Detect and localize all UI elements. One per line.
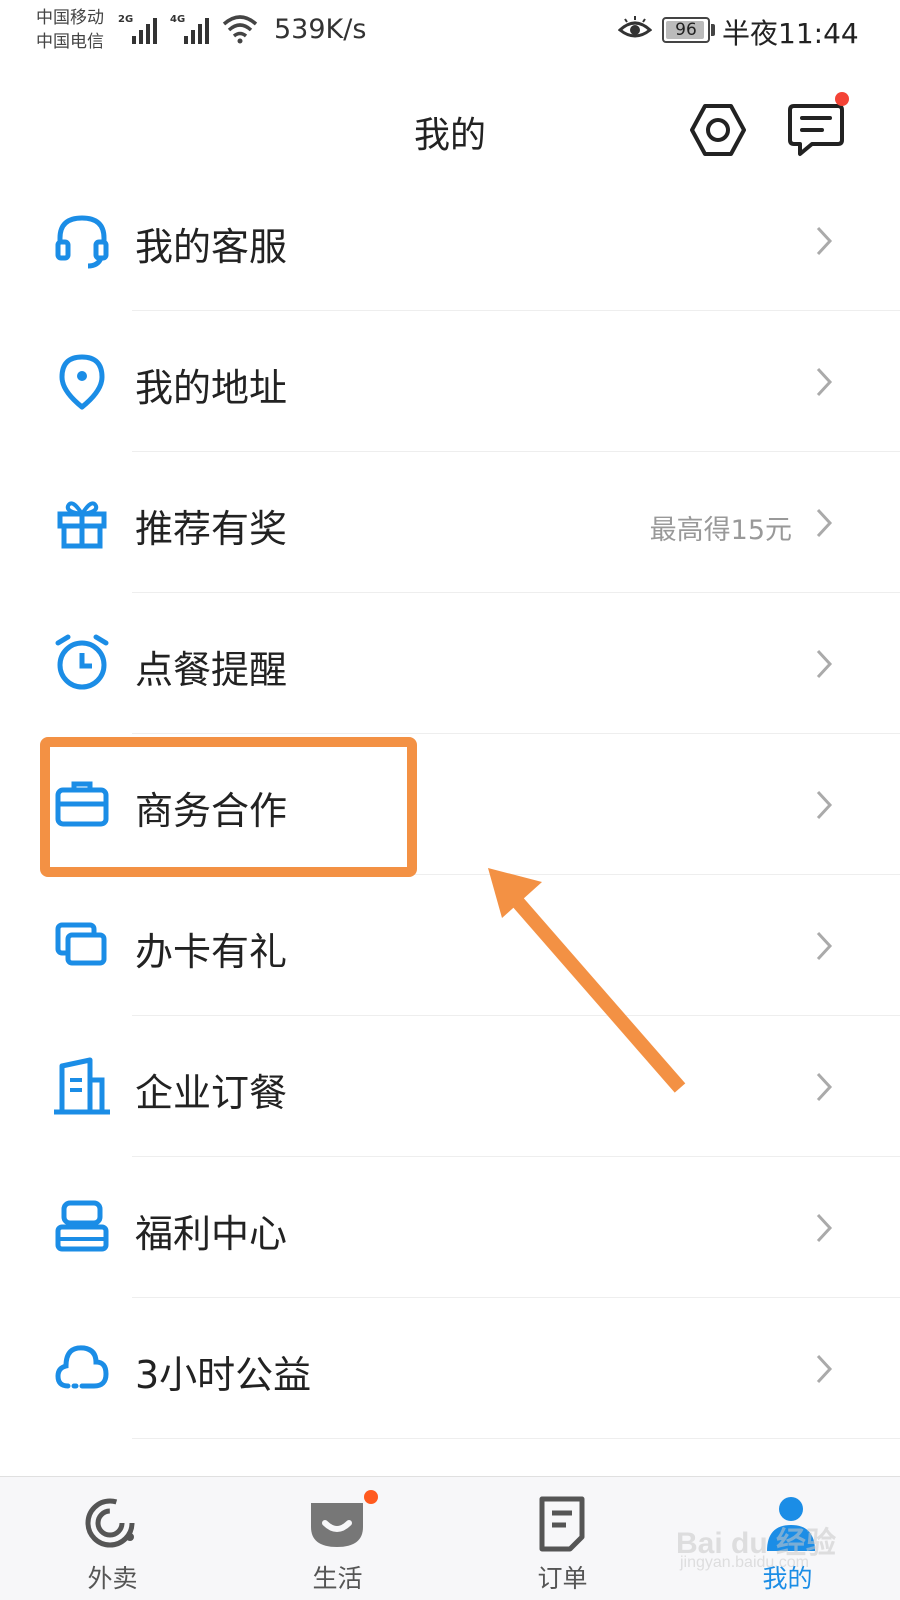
status-bar: 中国移动 中国电信 2G 4G 539K/s 96 半夜11:44	[0, 0, 900, 62]
message-icon[interactable]	[786, 102, 846, 158]
chevron-right-icon	[816, 1354, 833, 1384]
chevron-right-icon	[816, 226, 833, 256]
gift-icon	[57, 501, 107, 549]
network-type-1: 2G	[118, 14, 134, 25]
battery-tip	[711, 24, 715, 36]
tab-life[interactable]: 生活	[225, 1477, 450, 1600]
chevron-right-icon	[816, 367, 833, 397]
message-badge-dot	[835, 92, 849, 106]
cloud-icon	[55, 1345, 109, 1389]
menu-item-label: 3小时公益	[135, 1353, 312, 1397]
life-smile-icon	[311, 1503, 363, 1547]
carrier-1: 中国移动	[36, 8, 104, 28]
menu-item-label: 推荐有奖	[135, 507, 288, 551]
annotation-arrow	[488, 868, 686, 1093]
settings-hexagon-icon[interactable]	[690, 102, 746, 158]
watermark: Bai du 经验 jingyan.baidu.com	[676, 1518, 856, 1578]
battery-percent: 96	[675, 20, 697, 40]
tab-takeout[interactable]: 外卖	[0, 1477, 225, 1600]
building-icon	[54, 1057, 110, 1115]
menu-item-label: 点餐提醒	[135, 648, 288, 692]
network-speed: 539K/s	[274, 14, 367, 45]
menu-item-address[interactable]: 我的地址	[0, 311, 900, 452]
menu-item-charity[interactable]: 3小时公益	[0, 1298, 900, 1439]
tab-orders[interactable]: 订单	[450, 1477, 675, 1600]
status-time: 半夜11:44	[722, 17, 859, 50]
chevron-right-icon	[816, 1213, 833, 1243]
welfare-box-icon	[55, 1200, 109, 1252]
menu-item-extra: 最高得15元	[649, 515, 792, 546]
menu-item-label: 企业订餐	[135, 1071, 288, 1115]
chevron-right-icon	[816, 1072, 833, 1102]
chevron-right-icon	[816, 931, 833, 961]
network-type-2: 4G	[170, 14, 186, 25]
watermark-sub: jingyan.baidu.com	[680, 1554, 809, 1571]
signal-icon-2	[184, 18, 209, 44]
menu-item-customer-service[interactable]: 我的客服	[0, 170, 900, 311]
carrier-info: 中国移动 中国电信	[36, 6, 104, 54]
menu-item-label: 我的客服	[135, 225, 288, 269]
cards-icon	[55, 922, 107, 966]
signal-icon-1	[132, 18, 157, 44]
headset-icon	[55, 215, 109, 269]
chevron-right-icon	[816, 508, 833, 538]
location-pin-icon	[59, 354, 105, 410]
eleme-logo-icon	[85, 1498, 135, 1548]
menu-item-welfare-center[interactable]: 福利中心	[0, 1157, 900, 1298]
battery-indicator: 96	[662, 17, 710, 43]
menu-item-card-gift[interactable]: 办卡有礼	[0, 875, 900, 1016]
tab-label: 外卖	[87, 1564, 138, 1593]
menu-item-label: 办卡有礼	[135, 930, 288, 974]
menu-item-label: 福利中心	[135, 1212, 288, 1256]
highlight-box	[40, 737, 417, 877]
menu-item-enterprise-order[interactable]: 企业订餐	[0, 1016, 900, 1157]
wifi-icon	[222, 15, 258, 44]
carrier-2: 中国电信	[36, 32, 104, 52]
eye-comfort-icon	[618, 16, 652, 38]
menu-item-meal-reminder[interactable]: 点餐提醒	[0, 593, 900, 734]
tab-label: 订单	[537, 1564, 588, 1593]
chevron-right-icon	[816, 649, 833, 679]
chevron-right-icon	[816, 790, 833, 820]
alarm-clock-icon	[55, 634, 109, 690]
tab-label: 生活	[312, 1564, 363, 1593]
life-badge-dot	[364, 1490, 378, 1504]
menu-item-label: 我的地址	[135, 366, 288, 410]
page-title: 我的	[413, 115, 486, 156]
order-document-icon	[539, 1496, 585, 1552]
menu-item-referral[interactable]: 推荐有奖 最高得15元	[0, 452, 900, 593]
